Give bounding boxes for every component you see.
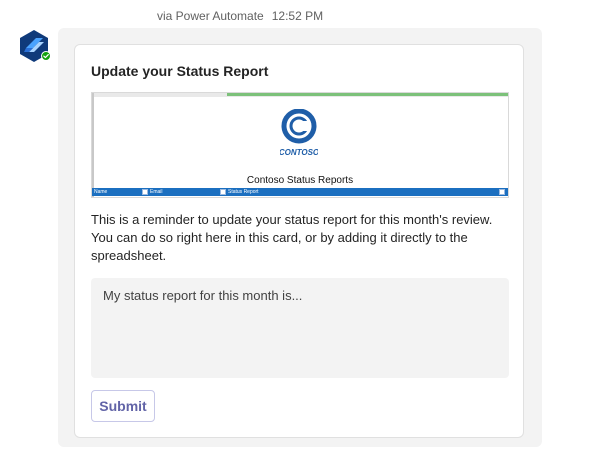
status-check-icon — [41, 51, 51, 61]
message-meta: via Power Automate 12:52 PM — [157, 9, 323, 23]
filter-dropdown-icon — [142, 189, 148, 195]
avatar[interactable] — [18, 30, 52, 62]
adaptive-card: Update your Status Report CONTOSO Contos… — [74, 44, 524, 438]
card-title: Update your Status Report — [91, 63, 269, 79]
sheet-ribbon — [92, 93, 508, 97]
sheet-column-name: Name — [94, 189, 108, 195]
filter-dropdown-icon — [499, 189, 505, 195]
sheet-title: Contoso Status Reports — [246, 175, 354, 186]
sheet-header-row: Name Email Status Report — [92, 188, 508, 196]
status-report-input[interactable] — [91, 278, 509, 378]
logo-text: CONTOSO — [280, 148, 318, 157]
filter-dropdown-icon — [220, 189, 226, 195]
sheet-column-status: Status Report — [228, 189, 259, 195]
card-image[interactable]: CONTOSO Contoso Status Reports Name Emai… — [91, 92, 509, 198]
sender-via: via Power Automate — [157, 9, 264, 23]
card-body-text: This is a reminder to update your status… — [91, 212, 493, 263]
sheet-column-email: Email — [150, 189, 163, 195]
message-time[interactable]: 12:52 PM — [272, 9, 323, 23]
contoso-logo-icon: CONTOSO — [280, 109, 318, 157]
submit-button[interactable]: Submit — [91, 390, 155, 422]
